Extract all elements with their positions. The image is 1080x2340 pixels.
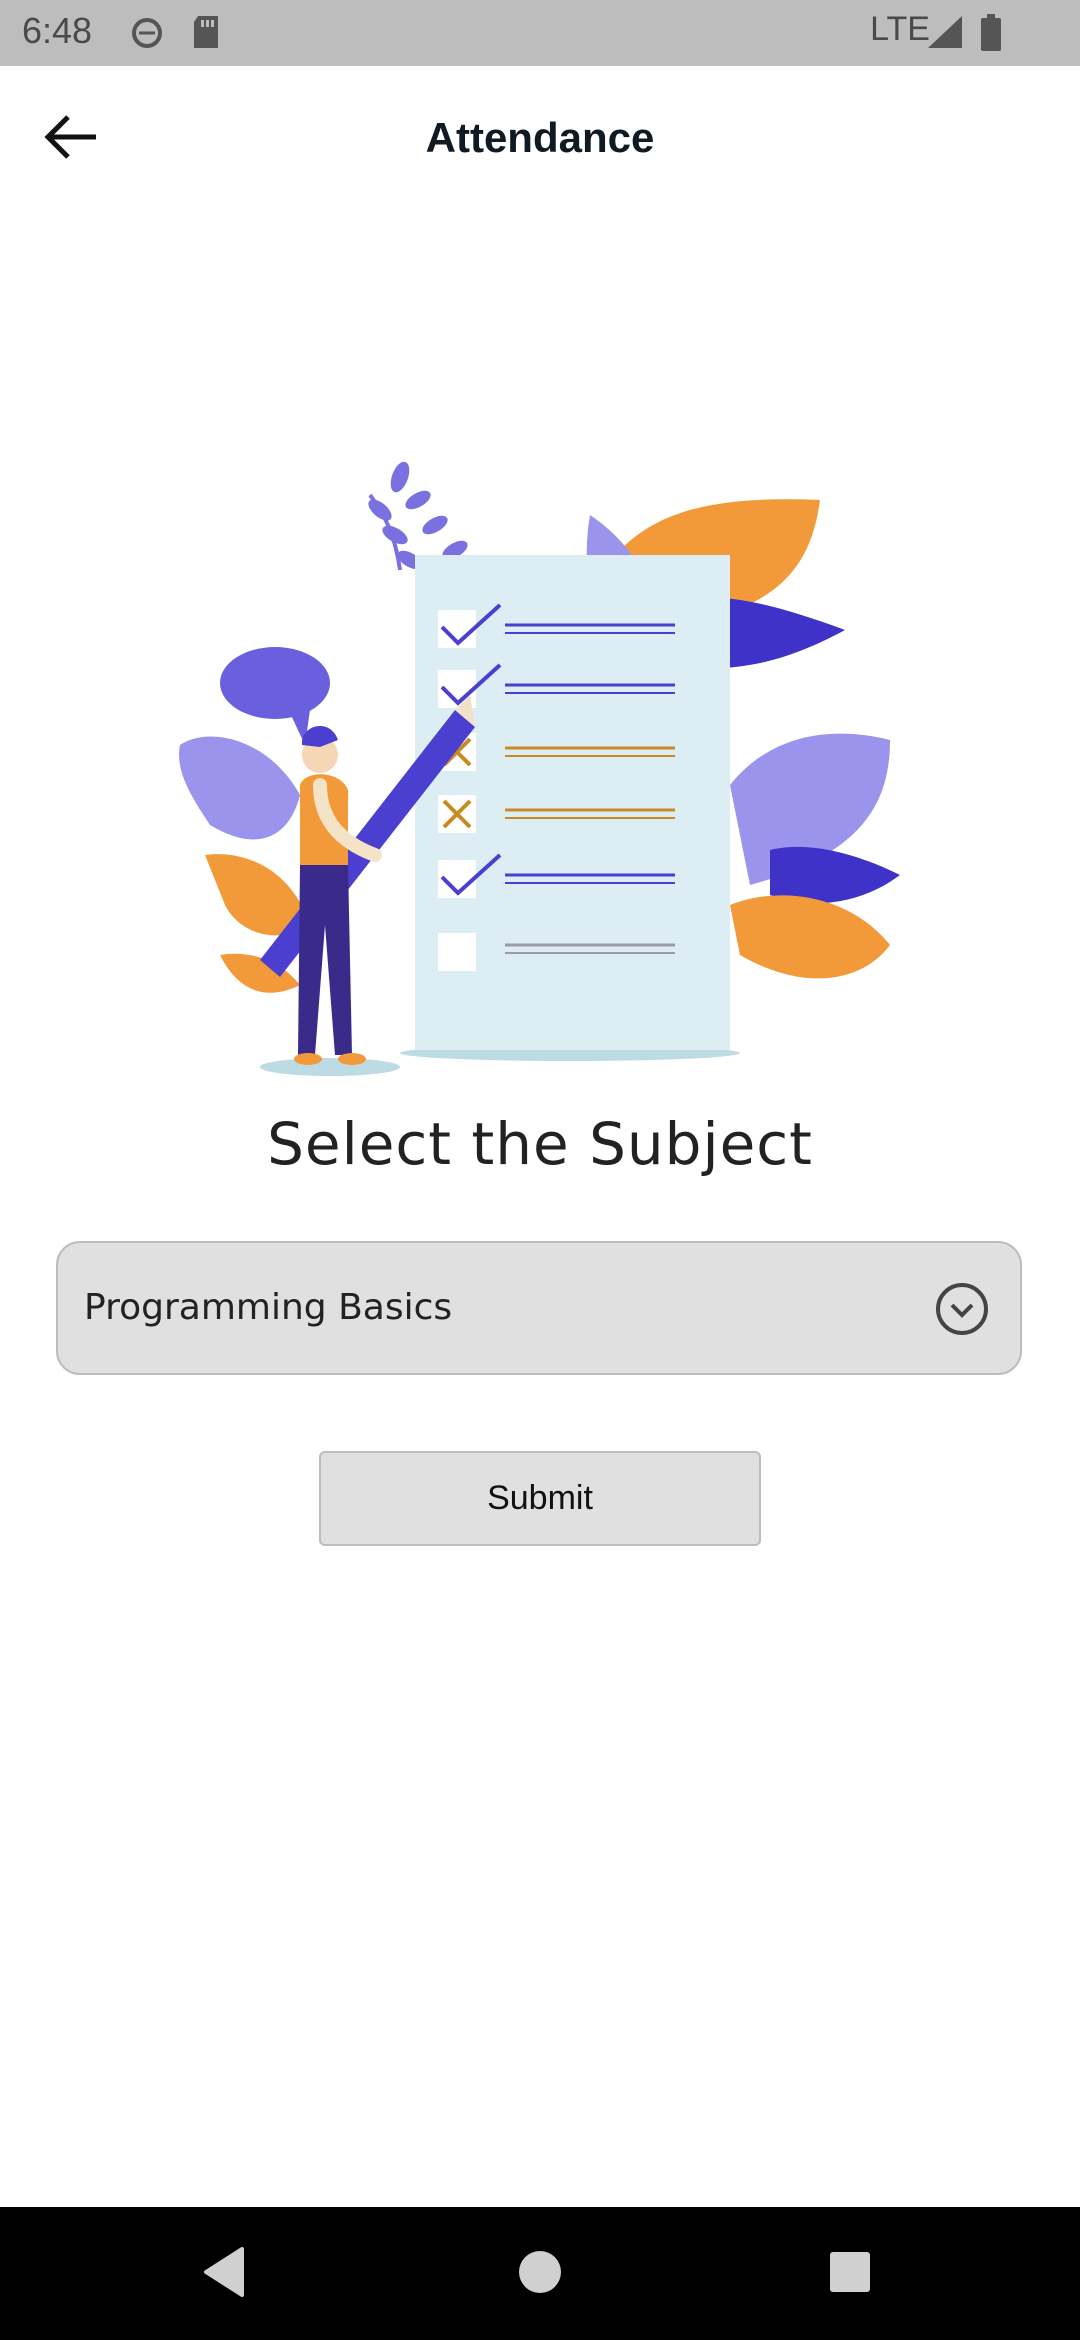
app-bar: Attendance (0, 66, 1080, 216)
select-subject-heading: Select the Subject (267, 1110, 813, 1178)
status-time: 6:48 (22, 10, 93, 51)
back-triangle-icon[interactable] (200, 2245, 248, 2304)
home-circle-icon[interactable] (517, 2245, 563, 2304)
battery-icon (980, 14, 1002, 57)
chevron-down-circle-icon (934, 1281, 990, 1337)
status-bar: 6:48 LTE (0, 0, 1080, 66)
network-type: LTE (870, 10, 930, 48)
sync-icon (130, 14, 164, 57)
recents-square-icon[interactable] (828, 2245, 872, 2304)
signal-icon (926, 14, 964, 55)
attendance-illustration (170, 455, 910, 1085)
page-title: Attendance (425, 114, 655, 161)
sd-card-icon (190, 14, 222, 55)
subject-dropdown[interactable]: Programming Basics (56, 1241, 1022, 1375)
submit-button[interactable]: Submit (319, 1451, 761, 1546)
subject-dropdown-value: Programming Basics (84, 1287, 453, 1328)
system-nav-bar (0, 2207, 1080, 2340)
